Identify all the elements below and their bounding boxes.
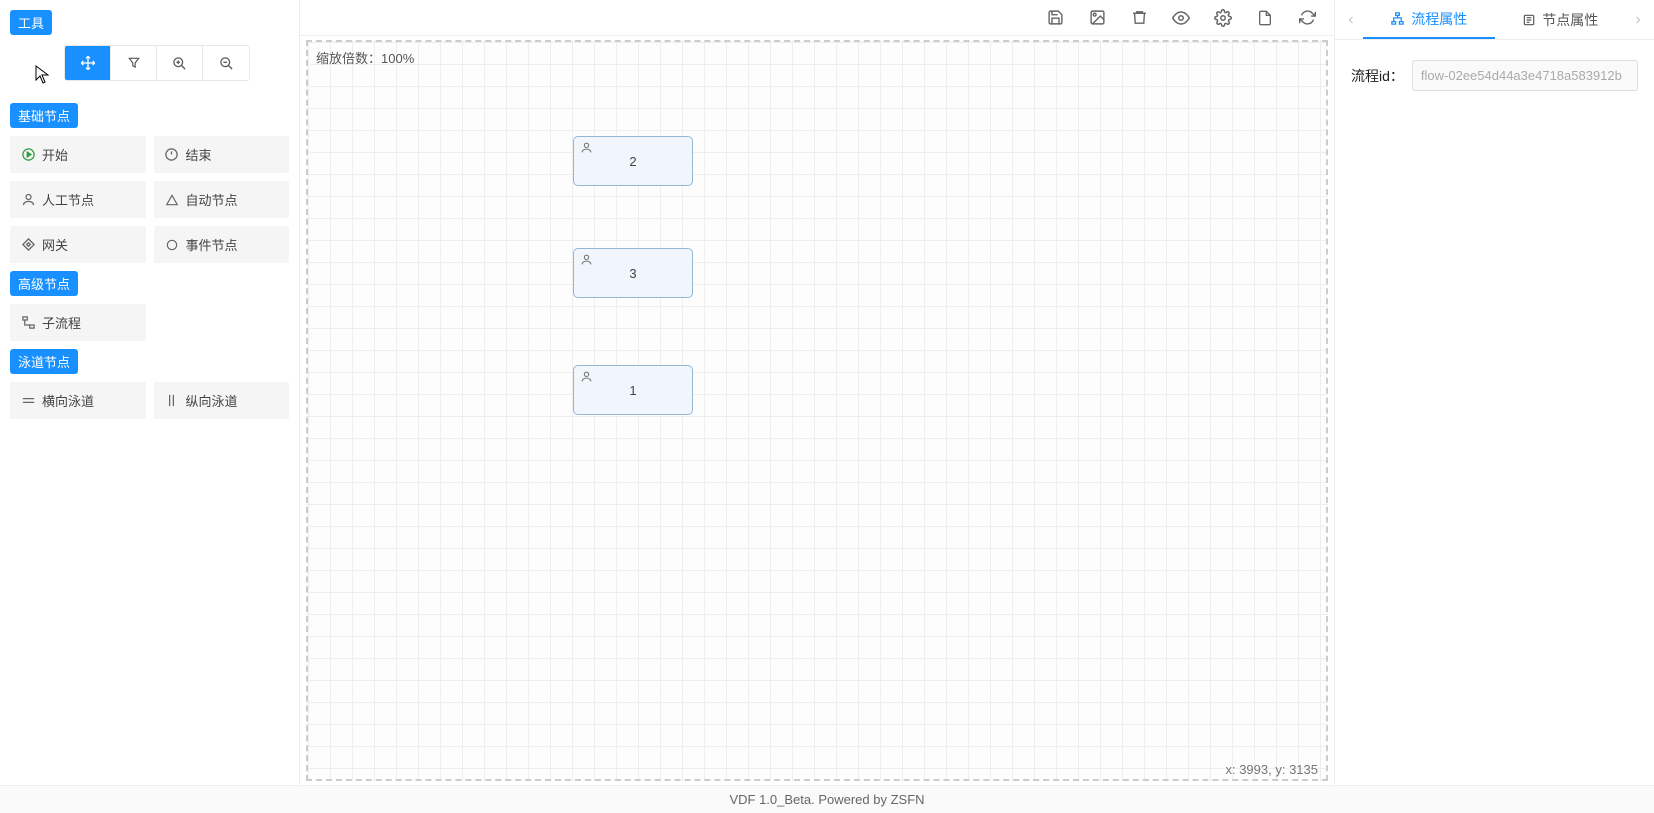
- canvas-node-2[interactable]: 2: [573, 136, 693, 186]
- canvas-node-label: 1: [629, 383, 636, 398]
- palette-human-node[interactable]: 人工节点: [10, 181, 146, 218]
- palette-label: 纵向泳道: [186, 391, 238, 410]
- save-icon: [1047, 9, 1064, 26]
- triangle-icon: [164, 192, 180, 208]
- canvas-node-3[interactable]: 3: [573, 248, 693, 298]
- properties-panel: 流程属性 节点属性 流程id：: [1334, 0, 1654, 785]
- footer-bar: VDF 1.0_Beta. Powered by ZSFN: [0, 785, 1654, 813]
- palette-label: 人工节点: [42, 190, 94, 209]
- palette-vlane-node[interactable]: 纵向泳道: [154, 382, 290, 419]
- palette-label: 横向泳道: [42, 391, 94, 410]
- palette-label: 事件节点: [186, 235, 238, 254]
- filter-icon: [127, 56, 141, 70]
- tool-filter-button[interactable]: [111, 46, 157, 80]
- move-icon: [80, 55, 96, 71]
- diamond-icon: [20, 237, 36, 253]
- export-button[interactable]: [1256, 9, 1274, 27]
- chevron-right-icon: [1632, 14, 1644, 26]
- palette-start-node[interactable]: 开始: [10, 136, 146, 173]
- user-icon: [20, 192, 36, 208]
- tool-zoom-in-button[interactable]: [157, 46, 203, 80]
- hlane-icon: [20, 393, 36, 409]
- canvas-node-label: 2: [629, 154, 636, 169]
- palette-end-node[interactable]: 结束: [154, 136, 290, 173]
- preview-button[interactable]: [1172, 9, 1190, 27]
- section-lane-badge: 泳道节点: [10, 349, 78, 374]
- refresh-icon: [1299, 9, 1316, 26]
- subflow-icon: [20, 315, 36, 331]
- flow-id-input[interactable]: [1412, 60, 1638, 91]
- palette-auto-node[interactable]: 自动节点: [154, 181, 290, 218]
- palette-subflow-node[interactable]: 子流程: [10, 304, 146, 341]
- section-basic-badge: 基础节点: [10, 103, 78, 128]
- palette-label: 自动节点: [186, 190, 238, 209]
- palette-label: 子流程: [42, 313, 81, 332]
- settings-button[interactable]: [1214, 9, 1232, 27]
- palette-label: 开始: [42, 145, 68, 164]
- tab-label: 流程属性: [1411, 9, 1467, 29]
- gear-icon: [1214, 9, 1232, 27]
- palette-label: 结束: [186, 145, 212, 164]
- canvas-node-label: 3: [629, 266, 636, 281]
- flow-icon: [1390, 11, 1405, 26]
- power-icon: [164, 147, 180, 163]
- eye-icon: [1172, 9, 1190, 27]
- left-sidebar: 工具 基础节点 开始 结束: [0, 0, 300, 785]
- section-advanced-badge: 高级节点: [10, 271, 78, 296]
- image-button[interactable]: [1088, 9, 1106, 27]
- coordinate-indicator: x: 3993, y: 3135: [1225, 762, 1318, 777]
- properties-body: 流程id：: [1335, 40, 1654, 111]
- user-icon: [580, 370, 593, 383]
- properties-tabs: 流程属性 节点属性: [1335, 0, 1654, 40]
- design-canvas[interactable]: 缩放倍数：100% x: 3993, y: 3135 2 3 1: [306, 40, 1328, 781]
- tabs-scroll-right[interactable]: [1626, 14, 1650, 26]
- zoom-in-icon: [172, 56, 187, 71]
- tool-zoom-out-button[interactable]: [203, 46, 249, 80]
- canvas-toolbar: [300, 0, 1334, 36]
- flow-id-label: 流程id：: [1351, 66, 1404, 86]
- palette-hlane-node[interactable]: 横向泳道: [10, 382, 146, 419]
- vlane-icon: [164, 393, 180, 409]
- flow-id-row: 流程id：: [1351, 60, 1638, 91]
- node-icon: [1522, 13, 1536, 27]
- canvas-area: 缩放倍数：100% x: 3993, y: 3135 2 3 1: [300, 0, 1334, 785]
- palette-gateway-node[interactable]: 网关: [10, 226, 146, 263]
- user-icon: [580, 141, 593, 154]
- tab-node-properties[interactable]: 节点属性: [1495, 0, 1627, 39]
- image-icon: [1089, 9, 1106, 26]
- tool-mode-group: [64, 45, 250, 81]
- circle-icon: [164, 237, 180, 253]
- palette-label: 网关: [42, 235, 68, 254]
- canvas-node-1[interactable]: 1: [573, 365, 693, 415]
- tools-header-badge: 工具: [10, 10, 52, 35]
- chevron-left-icon: [1345, 14, 1357, 26]
- refresh-button[interactable]: [1298, 9, 1316, 27]
- save-button[interactable]: [1046, 9, 1064, 27]
- user-icon: [580, 253, 593, 266]
- trash-icon: [1131, 9, 1148, 26]
- zoom-out-icon: [219, 56, 234, 71]
- zoom-indicator: 缩放倍数：100%: [316, 48, 414, 67]
- footer-text: VDF 1.0_Beta. Powered by ZSFN: [729, 792, 924, 807]
- tabs-scroll-left[interactable]: [1339, 14, 1363, 26]
- file-icon: [1257, 10, 1273, 26]
- tab-flow-properties[interactable]: 流程属性: [1363, 0, 1495, 39]
- delete-button[interactable]: [1130, 9, 1148, 27]
- play-circle-icon: [20, 147, 36, 163]
- tool-move-button[interactable]: [65, 46, 111, 80]
- tab-label: 节点属性: [1542, 10, 1598, 30]
- palette-event-node[interactable]: 事件节点: [154, 226, 290, 263]
